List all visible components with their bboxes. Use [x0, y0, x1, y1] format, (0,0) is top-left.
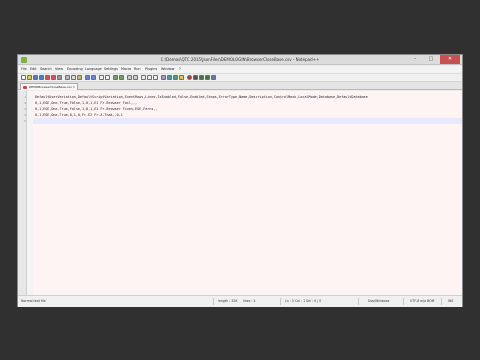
all-chars-icon[interactable]	[147, 75, 152, 80]
maximize-button[interactable]: □	[424, 55, 438, 64]
new-file-icon[interactable]	[21, 75, 26, 80]
play-macro-icon[interactable]	[199, 75, 204, 80]
replace-icon[interactable]	[105, 75, 110, 80]
zoom-out-icon[interactable]	[119, 75, 124, 80]
copy-icon[interactable]	[71, 75, 76, 80]
status-bar: Normal text file length : 328 lines : 4 …	[18, 295, 462, 307]
wrap-icon[interactable]	[141, 75, 146, 80]
print-icon[interactable]	[57, 75, 62, 80]
menu-edit[interactable]: Edit	[30, 66, 37, 73]
unsaved-file-icon	[23, 86, 27, 89]
menu-encoding[interactable]: Encoding	[67, 66, 83, 73]
window-title: C:\Demos\QTC 2015\JsonFiles\DEMOLOGIN\Br…	[160, 57, 320, 62]
status-encoding: UTF-8 w/o BOM	[410, 299, 435, 303]
desktop-background: C:\Demos\QTC 2015\JsonFiles\DEMOLOGIN\Br…	[0, 0, 480, 360]
title-bar[interactable]: C:\Demos\QTC 2015\JsonFiles\DEMOLOGIN\Br…	[18, 55, 462, 65]
status-position: Ln : 5 Col : 1 Sel : 0 | 0	[285, 299, 322, 303]
save-macro-icon[interactable]	[211, 75, 216, 80]
tab-close-icon[interactable]: ✕	[72, 84, 75, 91]
editor-area[interactable]: 1 2 3 4 5 DefaultUserVariation,DefaultSc…	[18, 91, 462, 295]
redo-icon[interactable]	[91, 75, 96, 80]
paste-icon[interactable]	[77, 75, 82, 80]
sync-h-icon[interactable]	[133, 75, 138, 80]
close-icon[interactable]	[45, 75, 50, 80]
menu-window[interactable]: Window	[161, 66, 174, 73]
menu-bar: File Edit Search View Encoding Language …	[18, 66, 462, 73]
zoom-in-icon[interactable]	[113, 75, 118, 80]
menu-settings[interactable]: Settings	[104, 66, 118, 73]
indent-guide-icon[interactable]	[153, 75, 158, 80]
status-divider	[403, 298, 404, 305]
menu-run[interactable]: Run	[134, 66, 141, 73]
status-insert-mode: INS	[448, 299, 454, 303]
menu-macro[interactable]: Macro	[121, 66, 131, 73]
menu-search[interactable]: Search	[40, 66, 52, 73]
line-number: 5	[24, 119, 26, 123]
status-lines: lines : 4	[243, 299, 256, 303]
undo-icon[interactable]	[85, 75, 90, 80]
menu-help[interactable]: ?	[179, 66, 181, 73]
status-divider	[358, 298, 359, 305]
close-all-icon[interactable]	[51, 75, 56, 80]
current-line-highlight	[33, 118, 462, 124]
menu-language[interactable]: Language	[85, 66, 102, 73]
function-list-icon[interactable]	[173, 75, 178, 80]
doc-map-icon[interactable]	[167, 75, 172, 80]
toolbar	[18, 73, 462, 82]
folder-workspace-icon[interactable]	[179, 75, 184, 80]
cut-icon[interactable]	[65, 75, 70, 80]
open-file-icon[interactable]	[27, 75, 32, 80]
udl-icon[interactable]	[161, 75, 166, 80]
run-macro-multi-icon[interactable]	[205, 75, 210, 80]
record-macro-icon[interactable]	[187, 75, 192, 80]
sync-v-icon[interactable]	[127, 75, 132, 80]
stop-macro-icon[interactable]	[193, 75, 198, 80]
minimize-button[interactable]: –	[408, 55, 422, 64]
save-all-icon[interactable]	[39, 75, 44, 80]
tab-bar: DEMOBrowserCloseBase.csv ✕	[18, 82, 462, 90]
tab-browserclosebase[interactable]: DEMOBrowserCloseBase.csv ✕	[20, 83, 78, 90]
notepadpp-window: C:\Demos\QTC 2015\JsonFiles\DEMOLOGIN\Br…	[17, 54, 463, 307]
status-divider	[280, 298, 281, 305]
menu-view[interactable]: View	[55, 66, 63, 73]
tab-label: DEMOBrowserCloseBase.csv	[29, 85, 72, 89]
code-line[interactable]: 0,1,EGE,One,True,0,1,0,Fr.E2 Fr.A.Thak,,…	[35, 112, 123, 118]
close-window-button[interactable]: ✕	[440, 55, 460, 64]
status-file-type: Normal text file	[21, 299, 46, 303]
status-divider	[213, 298, 214, 305]
menu-file[interactable]: File	[21, 66, 27, 73]
status-line-endings: Dos\Windows	[368, 299, 390, 303]
menu-plugins[interactable]: Plugins	[145, 66, 157, 73]
find-icon[interactable]	[99, 75, 104, 80]
save-icon[interactable]	[33, 75, 38, 80]
status-divider	[441, 298, 442, 305]
status-length: length : 328	[218, 299, 238, 303]
